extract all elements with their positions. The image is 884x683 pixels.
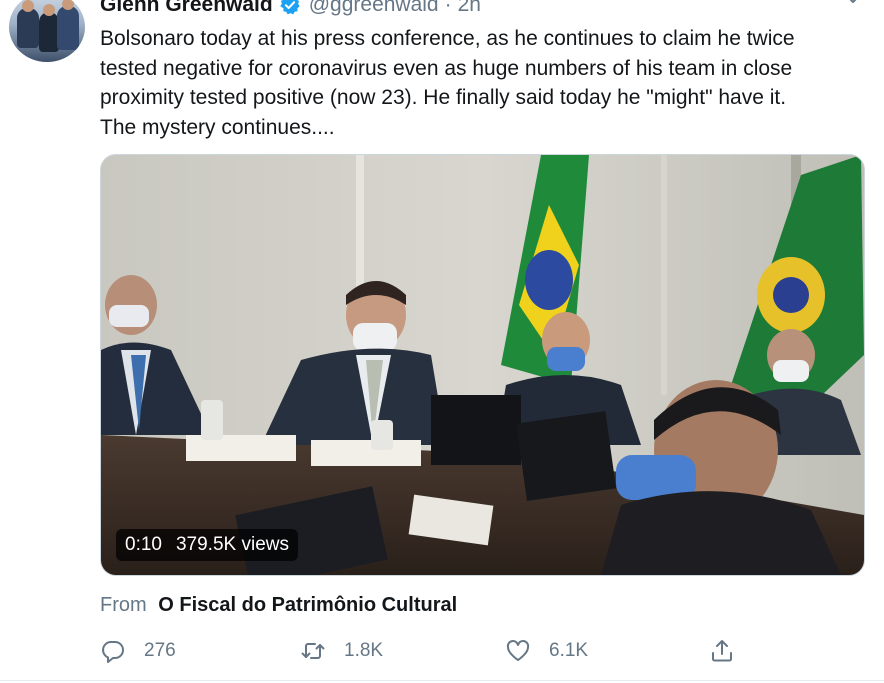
tweet-actions: 276 1.8K 6.1K [100, 636, 870, 666]
author-handle[interactable]: @ggreenwald [309, 0, 439, 17]
tweet[interactable]: Glenn Greenwald @ggreenwald · 2h Bolsona… [0, 0, 884, 683]
video-frame [101, 155, 864, 575]
reply-button[interactable]: 276 [100, 636, 176, 666]
video-duration: 0:10 [125, 534, 162, 555]
share-icon [712, 640, 732, 662]
author-name[interactable]: Glenn Greenwald [100, 0, 273, 17]
video-player[interactable] [100, 154, 865, 576]
heart-icon [506, 639, 530, 661]
video-views: 379.5K views [175, 534, 289, 555]
tweet-header: Glenn Greenwald @ggreenwald · 2h [100, 0, 481, 17]
tweet-divider [0, 680, 884, 681]
retweet-count: 1.8K [344, 640, 384, 661]
reply-count: 276 [144, 640, 176, 661]
timestamp[interactable]: 2h [458, 0, 481, 17]
verified-badge-icon [279, 0, 301, 16]
avatar[interactable] [9, 0, 85, 62]
like-count: 6.1K [549, 640, 589, 661]
reply-icon [102, 641, 124, 663]
media-source: From O Fiscal do Patrimônio Cultural [100, 594, 457, 617]
source-account-link[interactable]: O Fiscal do Patrimônio Cultural [158, 594, 457, 616]
share-button[interactable] [709, 636, 735, 666]
source-prefix: From [100, 594, 147, 616]
like-button[interactable]: 6.1K [505, 636, 588, 666]
retweet-icon [301, 643, 325, 659]
video-info-badge: 0:10 379.5K views [116, 529, 298, 561]
chevron-down-icon[interactable] [844, 0, 862, 8]
separator-dot: · [444, 0, 452, 16]
retweet-button[interactable]: 1.8K [300, 636, 383, 666]
tweet-text: Bolsonaro today at his press conference,… [100, 27, 795, 139]
